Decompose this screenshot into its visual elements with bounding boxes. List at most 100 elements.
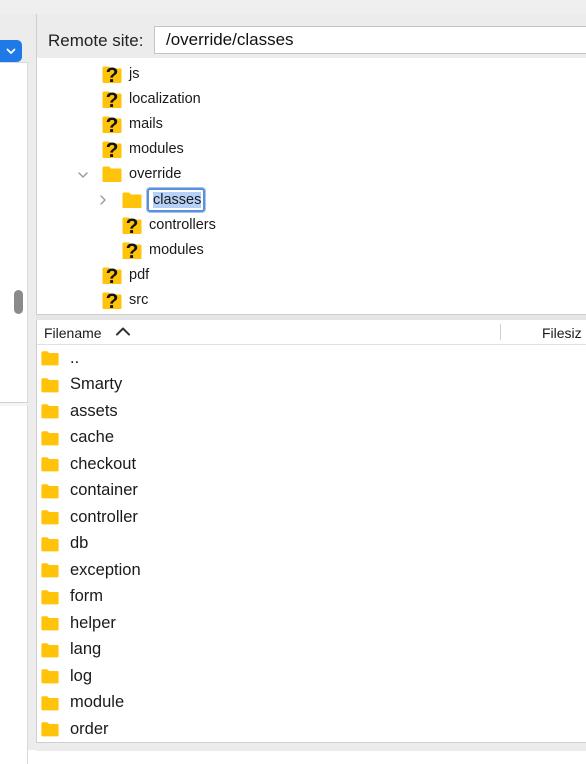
tree-node[interactable]: ? localization bbox=[101, 86, 201, 111]
filename-label: order bbox=[70, 719, 109, 738]
chevron-down-icon bbox=[6, 48, 16, 54]
folder-icon bbox=[40, 694, 60, 712]
filename-label: container bbox=[70, 481, 138, 500]
svg-text:?: ? bbox=[106, 89, 119, 110]
tree-node[interactable]: override bbox=[101, 162, 181, 187]
filename-label: exception bbox=[70, 560, 141, 579]
tree-node-label: modules bbox=[149, 241, 204, 258]
tree-node-label: pdf bbox=[129, 267, 150, 284]
tree-node[interactable]: ? controllers bbox=[121, 212, 216, 237]
folder-icon bbox=[40, 508, 60, 526]
file-list-row[interactable]: container bbox=[37, 478, 586, 505]
filename-label: .. bbox=[70, 348, 80, 367]
filename-label: controller bbox=[70, 507, 138, 526]
folder-icon bbox=[40, 535, 60, 553]
file-list-row[interactable]: controller bbox=[37, 504, 586, 531]
folder-icon bbox=[40, 720, 60, 738]
rename-textbox[interactable]: classes bbox=[147, 187, 205, 212]
file-list-row[interactable]: assets bbox=[37, 398, 586, 425]
tree-node-label: modules bbox=[129, 141, 184, 158]
unknown-folder-icon: ? bbox=[121, 214, 143, 236]
filename-label: db bbox=[70, 534, 89, 553]
file-list-row[interactable]: log bbox=[37, 663, 586, 690]
unknown-folder-icon: ? bbox=[101, 138, 123, 160]
column-divider[interactable] bbox=[500, 324, 501, 340]
unknown-folder-icon: ? bbox=[101, 264, 123, 286]
column-header-filename[interactable]: Filename bbox=[44, 325, 102, 341]
folder-icon bbox=[40, 402, 60, 420]
folder-icon bbox=[40, 561, 60, 579]
tree-node-label: override bbox=[129, 166, 182, 183]
tree-node[interactable]: ? modules bbox=[121, 237, 204, 262]
folder-icon bbox=[40, 641, 60, 659]
tree-node[interactable]: classes bbox=[121, 187, 205, 212]
tree-node-label: js bbox=[129, 65, 140, 82]
remote-site-label: Remote site: bbox=[48, 31, 144, 50]
folder-icon bbox=[40, 614, 60, 632]
tree-node-label: localization bbox=[129, 90, 201, 107]
unknown-folder-icon: ? bbox=[101, 88, 123, 110]
svg-text:?: ? bbox=[106, 114, 119, 135]
folder-icon bbox=[121, 189, 143, 211]
file-list-row[interactable]: form bbox=[37, 584, 586, 611]
chevron-down-icon[interactable] bbox=[78, 170, 88, 180]
folder-icon bbox=[40, 482, 60, 500]
tree-node[interactable]: ? pdf bbox=[101, 263, 149, 288]
filename-label: module bbox=[70, 693, 125, 712]
file-list-row[interactable]: module bbox=[37, 690, 586, 717]
svg-text:?: ? bbox=[106, 290, 119, 311]
filename-label: checkout bbox=[70, 454, 137, 473]
file-list-row[interactable]: order bbox=[37, 716, 586, 743]
folder-icon bbox=[40, 455, 60, 473]
tree-node[interactable]: ? mails bbox=[101, 111, 163, 136]
folder-icon bbox=[40, 349, 60, 367]
folder-icon bbox=[40, 667, 60, 685]
chevron-right-icon[interactable] bbox=[98, 195, 108, 205]
svg-text:?: ? bbox=[126, 240, 139, 261]
svg-text:?: ? bbox=[106, 139, 119, 160]
filename-label: cache bbox=[70, 428, 115, 447]
tree-node-label: src bbox=[129, 292, 149, 309]
unknown-folder-icon: ? bbox=[101, 63, 123, 85]
unknown-folder-icon: ? bbox=[101, 289, 123, 311]
local-panel bbox=[0, 14, 36, 764]
tree-node-label: controllers bbox=[149, 216, 216, 233]
local-site-dropdown-button[interactable] bbox=[0, 40, 22, 62]
tree-node[interactable]: ? modules bbox=[101, 137, 184, 162]
svg-text:?: ? bbox=[106, 265, 119, 286]
filename-label: form bbox=[70, 587, 103, 606]
folder-icon bbox=[101, 163, 123, 185]
tree-node[interactable]: ? js bbox=[101, 61, 139, 86]
local-file-list[interactable] bbox=[0, 406, 28, 764]
remote-site-bar: Remote site: /override/classes bbox=[36, 14, 586, 58]
column-header-filesize[interactable]: Filesiz bbox=[542, 325, 582, 341]
svg-text:?: ? bbox=[106, 64, 119, 85]
file-list-row[interactable]: .. bbox=[37, 345, 586, 372]
filename-label: lang bbox=[70, 640, 102, 659]
filename-label: log bbox=[70, 666, 93, 685]
file-list-row[interactable]: db bbox=[37, 531, 586, 558]
remote-site-path-input[interactable]: /override/classes bbox=[154, 26, 586, 54]
file-list-row[interactable]: lang bbox=[37, 637, 586, 664]
remote-file-list[interactable]: Filename Filesiz .. Smarty assets cache chec… bbox=[36, 320, 586, 750]
filename-label: Smarty bbox=[70, 375, 123, 394]
window-top-strip bbox=[0, 0, 586, 15]
remote-directory-tree[interactable]: ? js? localization? mails? modules override cl… bbox=[36, 58, 586, 314]
tree-node[interactable]: ? src bbox=[101, 288, 148, 313]
filename-label: helper bbox=[70, 613, 116, 632]
folder-icon bbox=[40, 588, 60, 606]
file-list-row[interactable]: Smarty bbox=[37, 372, 586, 399]
tree-node-label: mails bbox=[129, 115, 163, 132]
unknown-folder-icon: ? bbox=[121, 239, 143, 261]
sort-ascending-icon bbox=[116, 327, 130, 336]
local-directory-tree[interactable] bbox=[0, 62, 28, 403]
file-list-row[interactable]: helper bbox=[37, 610, 586, 637]
local-tree-scrollbar[interactable] bbox=[14, 290, 23, 314]
svg-text:?: ? bbox=[126, 215, 139, 236]
file-list-row[interactable]: checkout bbox=[37, 451, 586, 478]
file-list-row[interactable]: cache bbox=[37, 425, 586, 452]
file-list-row[interactable]: exception bbox=[37, 557, 586, 584]
folder-icon bbox=[40, 376, 60, 394]
folder-icon bbox=[40, 429, 60, 447]
unknown-folder-icon: ? bbox=[101, 113, 123, 135]
